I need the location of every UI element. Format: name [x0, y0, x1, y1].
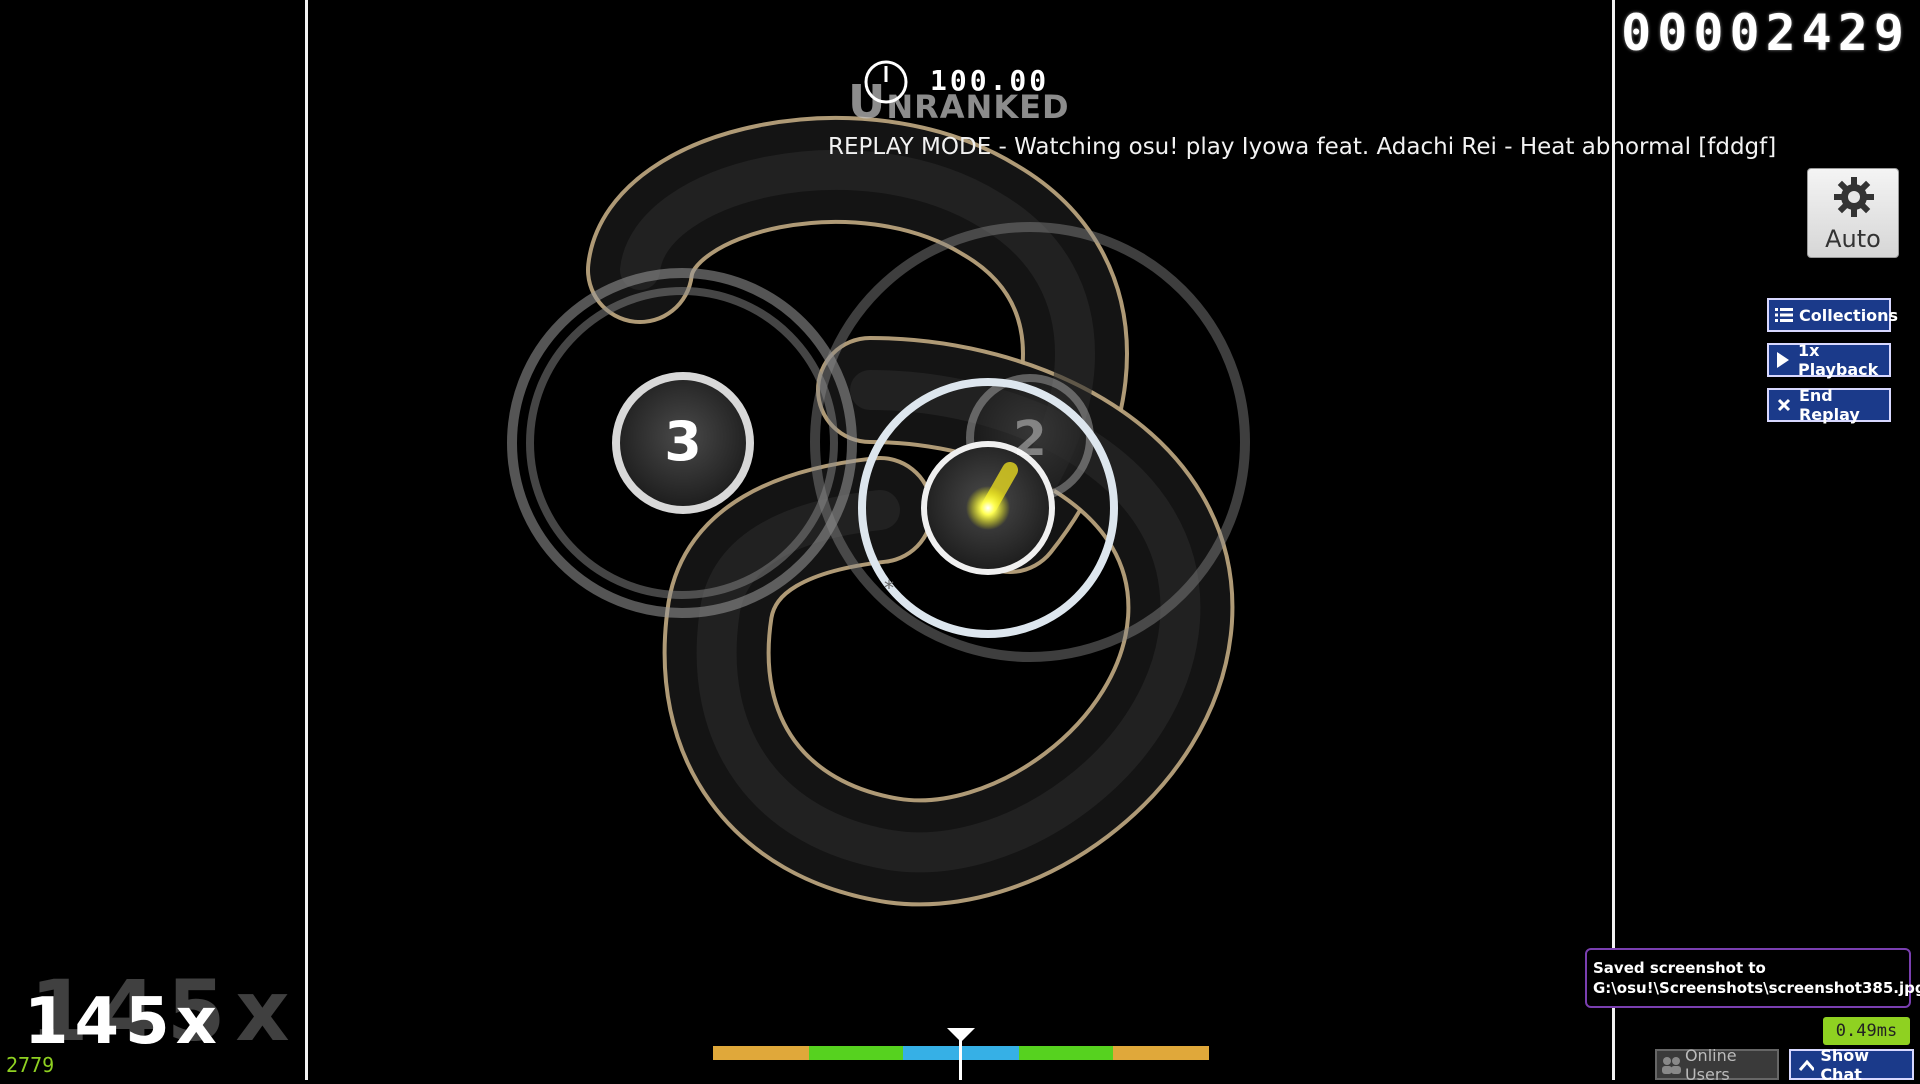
list-icon: [1775, 305, 1793, 325]
chevron-up-icon: [1799, 1059, 1815, 1071]
end-replay-label: End Replay: [1798, 386, 1860, 424]
collections-button[interactable]: Collections: [1767, 298, 1898, 332]
show-chat-button[interactable]: Show Chat: [1789, 1046, 1914, 1084]
accuracy-pie-icon: [864, 60, 908, 104]
users-icon: [1662, 1056, 1681, 1074]
auto-label: Auto: [1825, 225, 1881, 253]
gear-icon: [1834, 177, 1874, 217]
auto-mod-button[interactable]: Auto: [1807, 168, 1899, 258]
combo-counter: 145x: [24, 985, 223, 1059]
screenshot-notification[interactable]: Saved screenshot to G:\osu!\Screenshots\…: [1585, 948, 1920, 1008]
frame-counter: 2779: [6, 1053, 55, 1077]
cursor: [966, 486, 1010, 530]
hit-circle-3-number: 3: [664, 410, 702, 474]
show-chat-label: Show Chat: [1820, 1045, 1869, 1084]
screenshot-message: Saved screenshot to G:\osu!\Screenshots\…: [1593, 959, 1920, 997]
hit-circle-2-number: 2: [1013, 410, 1047, 467]
playfield: *: [507, 115, 1250, 907]
close-icon: [1775, 395, 1793, 415]
play-icon: [1775, 350, 1792, 370]
collections-label: Collections: [1799, 305, 1899, 325]
playback-label: 1x Playback: [1797, 341, 1879, 379]
slider-body: [586, 115, 1235, 907]
online-users-button[interactable]: Online Users: [1655, 1046, 1779, 1084]
online-users-label: Online Users: [1684, 1045, 1737, 1084]
playback-speed-button[interactable]: 1x Playback: [1767, 341, 1891, 379]
accuracy-display: 100.00: [930, 64, 1050, 97]
hit-error-arrow-icon: [947, 1028, 975, 1042]
score-display: 00002429: [1621, 4, 1910, 62]
latency-badge: 0.49ms: [1823, 1017, 1910, 1045]
replay-status-text: REPLAY MODE - Watching osu! play Iyowa f…: [828, 134, 1777, 160]
end-replay-button[interactable]: End Replay: [1767, 386, 1891, 424]
follow-point: *: [884, 576, 894, 600]
